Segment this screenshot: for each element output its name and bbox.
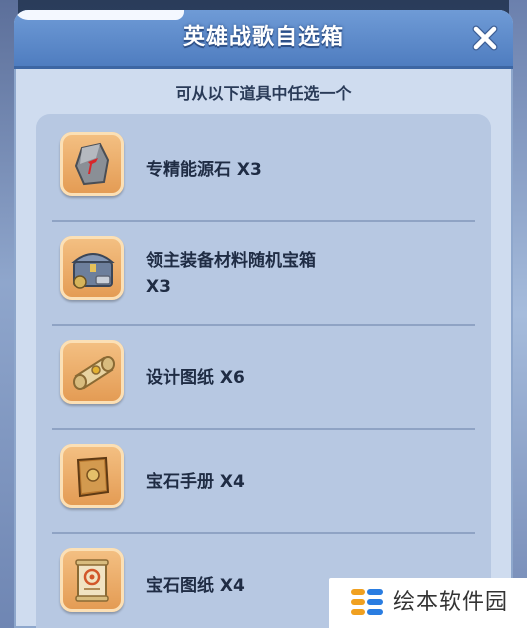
- book-icon: [76, 456, 110, 498]
- close-button[interactable]: [471, 24, 499, 52]
- item-icon-frame: [60, 340, 124, 404]
- item-label: 宝石手册 X4: [146, 472, 245, 492]
- list-item[interactable]: 宝石手册 X4: [36, 430, 491, 534]
- gem-scroll-icon: [75, 559, 109, 602]
- item-icon-frame: [60, 548, 124, 612]
- list-item[interactable]: 领主装备材料随机宝箱 X3: [36, 222, 491, 326]
- item-label: 设计图纸 X6: [146, 368, 245, 388]
- item-icon-frame: [60, 444, 124, 508]
- scroll-icon: [73, 356, 115, 390]
- item-icon-frame: [60, 236, 124, 300]
- treasure-chest-icon: [71, 253, 115, 289]
- watermark-text: 绘本软件园: [393, 590, 509, 615]
- dialog-title: 英雄战歌自选箱: [182, 25, 344, 50]
- list-item[interactable]: 设计图纸 X6: [36, 326, 491, 430]
- item-label: 专精能源石 X3: [146, 160, 262, 180]
- logo-icon: [351, 589, 383, 615]
- stone-icon: [74, 142, 110, 186]
- selection-dialog: 英雄战歌自选箱 可从以下道具中任选一个 专精能源石 X3 领主装备材料随机宝箱 …: [14, 10, 513, 628]
- item-label: 领主装备材料随机宝箱 X3: [146, 251, 316, 297]
- item-icon-frame: [60, 132, 124, 196]
- list-item[interactable]: 专精能源石 X3: [36, 118, 491, 222]
- watermark: 绘本软件园: [329, 578, 527, 628]
- close-x-icon: [472, 25, 498, 51]
- item-list: 专精能源石 X3 领主装备材料随机宝箱 X3 设计图纸 X6 宝石手册 X4 宝…: [36, 114, 491, 628]
- dialog-subtitle: 可从以下道具中任选一个: [175, 84, 352, 103]
- dialog-titlebar: 英雄战歌自选箱: [14, 10, 513, 69]
